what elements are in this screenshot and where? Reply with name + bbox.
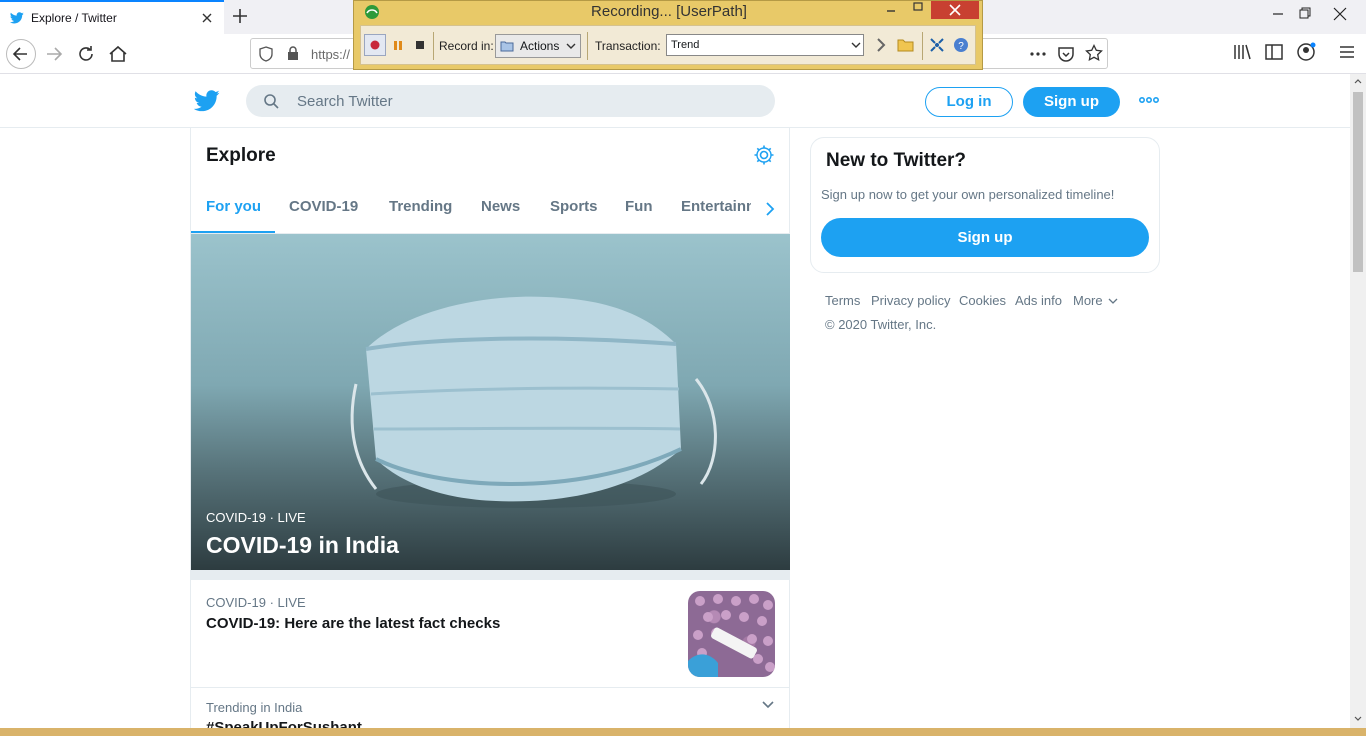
tab-title: Explore / Twitter [31, 11, 117, 25]
back-icon[interactable] [6, 39, 36, 69]
reload-icon[interactable] [74, 42, 98, 66]
forward-icon[interactable] [42, 42, 66, 66]
home-icon[interactable] [106, 42, 130, 66]
tab-news[interactable]: News [481, 198, 520, 215]
signup-card-button[interactable]: Sign up [821, 218, 1149, 257]
explore-tabs: For you COVID-19 Trending News Sports Fu… [191, 188, 790, 234]
transaction-input[interactable]: Trend [666, 34, 864, 56]
active-tab-indicator [191, 231, 275, 233]
dropdown-chevron-icon [566, 43, 576, 50]
copyright: © 2020 Twitter, Inc. [825, 317, 937, 332]
footer-link-privacy[interactable]: Privacy policy [871, 293, 950, 308]
page-title: Explore [206, 145, 276, 166]
search-placeholder: Search Twitter [297, 93, 393, 110]
recorder-minimize-icon[interactable] [884, 3, 898, 15]
hero-meta: COVID-19 · LIVE [206, 510, 306, 525]
tab-entertainment[interactable]: Entertainment [681, 198, 751, 215]
item-meta: COVID-19 · LIVE [206, 595, 306, 610]
explore-column: Explore For you COVID-19 Trending News S… [190, 128, 790, 736]
toolbar-separator [922, 32, 923, 60]
chevron-down-icon[interactable] [761, 700, 775, 710]
page-actions-icon[interactable] [1029, 47, 1047, 61]
help-icon[interactable]: ? [953, 37, 969, 53]
search-input[interactable]: Search Twitter [246, 85, 775, 117]
hero-title[interactable]: COVID-19 in India [206, 532, 399, 559]
transaction-value: Trend [671, 39, 700, 51]
transaction-dropdown-icon[interactable] [851, 42, 861, 49]
page-scrollbar[interactable] [1350, 74, 1366, 728]
hero-mask-image [336, 289, 726, 519]
recorder-close-button[interactable] [931, 1, 979, 19]
next-arrow-icon[interactable] [875, 37, 887, 53]
tab-fun[interactable]: Fun [625, 198, 653, 215]
scroll-thumb[interactable] [1353, 92, 1363, 272]
item-title[interactable]: COVID-19: Here are the latest fact check… [206, 615, 500, 632]
tab-sports[interactable]: Sports [550, 198, 598, 215]
close-tab-icon[interactable] [200, 11, 214, 25]
close-window-icon[interactable] [1328, 4, 1352, 24]
record-icon[interactable] [364, 34, 386, 56]
library-icon[interactable] [1232, 42, 1256, 66]
toolbar-separator [587, 32, 588, 60]
tab-trending[interactable]: Trending [389, 198, 452, 215]
divider [191, 570, 790, 580]
lock-icon[interactable] [287, 46, 299, 61]
footer-link-ads-info[interactable]: Ads info [1015, 293, 1062, 308]
settings-gear-icon[interactable] [753, 144, 775, 166]
tab-covid-19[interactable]: COVID-19 [289, 198, 358, 215]
card-text: Sign up now to get your own personalized… [821, 187, 1115, 202]
login-button[interactable]: Log in [925, 87, 1013, 117]
pause-icon[interactable] [391, 35, 405, 55]
record-in-label: Record in: [439, 39, 494, 53]
footer-link-terms[interactable]: Terms [825, 293, 860, 308]
toolbar-separator [433, 32, 434, 60]
snapshot-icon[interactable] [929, 37, 945, 53]
recorder-controls: Record in: Actions Transaction: Trend ? [360, 25, 976, 65]
account-icon[interactable] [1296, 42, 1320, 66]
twitter-header: Search Twitter Log in Sign up [0, 74, 1350, 128]
folder-icon [500, 40, 514, 52]
twitter-favicon-icon [10, 12, 24, 24]
new-tab-icon[interactable] [231, 7, 249, 25]
trend-meta: Trending in India [206, 700, 303, 715]
bookmark-star-icon[interactable] [1085, 44, 1103, 62]
twitter-logo-icon[interactable] [194, 90, 220, 112]
restore-icon[interactable] [1292, 4, 1316, 24]
record-in-value: Actions [520, 39, 560, 53]
shield-icon[interactable] [259, 46, 273, 62]
tabs-scroll-right-icon[interactable] [763, 200, 777, 218]
footer-link-more[interactable]: More [1073, 293, 1103, 308]
signup-button[interactable]: Sign up [1023, 87, 1120, 117]
open-folder-icon[interactable] [897, 37, 915, 53]
scroll-up-icon[interactable] [1354, 78, 1362, 84]
pocket-icon[interactable] [1057, 45, 1075, 63]
more-chevron-icon [1108, 298, 1118, 305]
recorder-window: Recording... [UserPath] Record in: Actio… [353, 0, 983, 70]
tab-for-you[interactable]: For you [206, 198, 261, 215]
taskbar [0, 728, 1366, 736]
scroll-down-icon[interactable] [1354, 716, 1362, 722]
list-item[interactable]: COVID-19 · LIVE COVID-19: Here are the l… [191, 580, 790, 688]
stop-icon[interactable] [413, 35, 427, 55]
record-in-dropdown[interactable]: Actions [495, 34, 581, 58]
browser-tab[interactable]: Explore / Twitter [0, 0, 224, 34]
card-title: New to Twitter? [826, 150, 967, 171]
sidebar-toggle-icon[interactable] [1264, 42, 1288, 66]
transaction-label: Transaction: [595, 39, 661, 53]
minimize-icon[interactable] [1266, 4, 1290, 24]
svg-text:?: ? [958, 41, 964, 52]
search-icon [263, 93, 279, 109]
more-options-icon[interactable] [1139, 94, 1159, 106]
footer-link-cookies[interactable]: Cookies [959, 293, 1006, 308]
recorder-maximize-icon[interactable] [911, 1, 925, 13]
url-text: https:// [311, 47, 351, 62]
menu-icon[interactable] [1337, 42, 1361, 66]
hero-card[interactable]: COVID-19 · LIVE COVID-19 in India [191, 234, 790, 570]
item-thumbnail-image [688, 591, 775, 677]
signup-card: New to Twitter? Sign up now to get your … [810, 137, 1160, 273]
